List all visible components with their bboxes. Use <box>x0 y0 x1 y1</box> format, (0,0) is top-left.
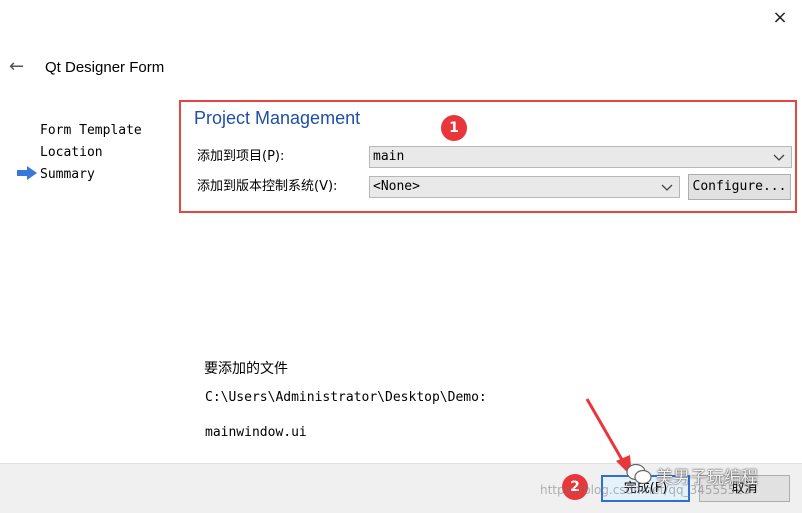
files-heading: 要添加的文件 <box>204 361 288 377</box>
watermark-url: https://blog.csdn.net/qq_34555523 <box>540 483 751 497</box>
wizard-steps: Form Template Location Summary <box>40 120 180 186</box>
file-name: mainwindow.ui <box>205 425 307 440</box>
step-location: Location <box>40 145 103 160</box>
dialog-title: Qt Designer Form <box>45 59 165 76</box>
wechat-logo-icon <box>626 463 652 485</box>
back-arrow-icon: ← <box>9 56 25 77</box>
files-path: C:\Users\Administrator\Desktop\Demo: <box>205 390 487 405</box>
current-step-arrow-icon <box>17 166 37 180</box>
close-icon: × <box>772 7 788 28</box>
back-button[interactable]: ← <box>9 57 31 77</box>
close-button[interactable]: × <box>770 8 790 28</box>
highlight-box <box>179 100 797 213</box>
step-summary: Summary <box>40 167 95 182</box>
step-form-template: Form Template <box>40 123 142 138</box>
